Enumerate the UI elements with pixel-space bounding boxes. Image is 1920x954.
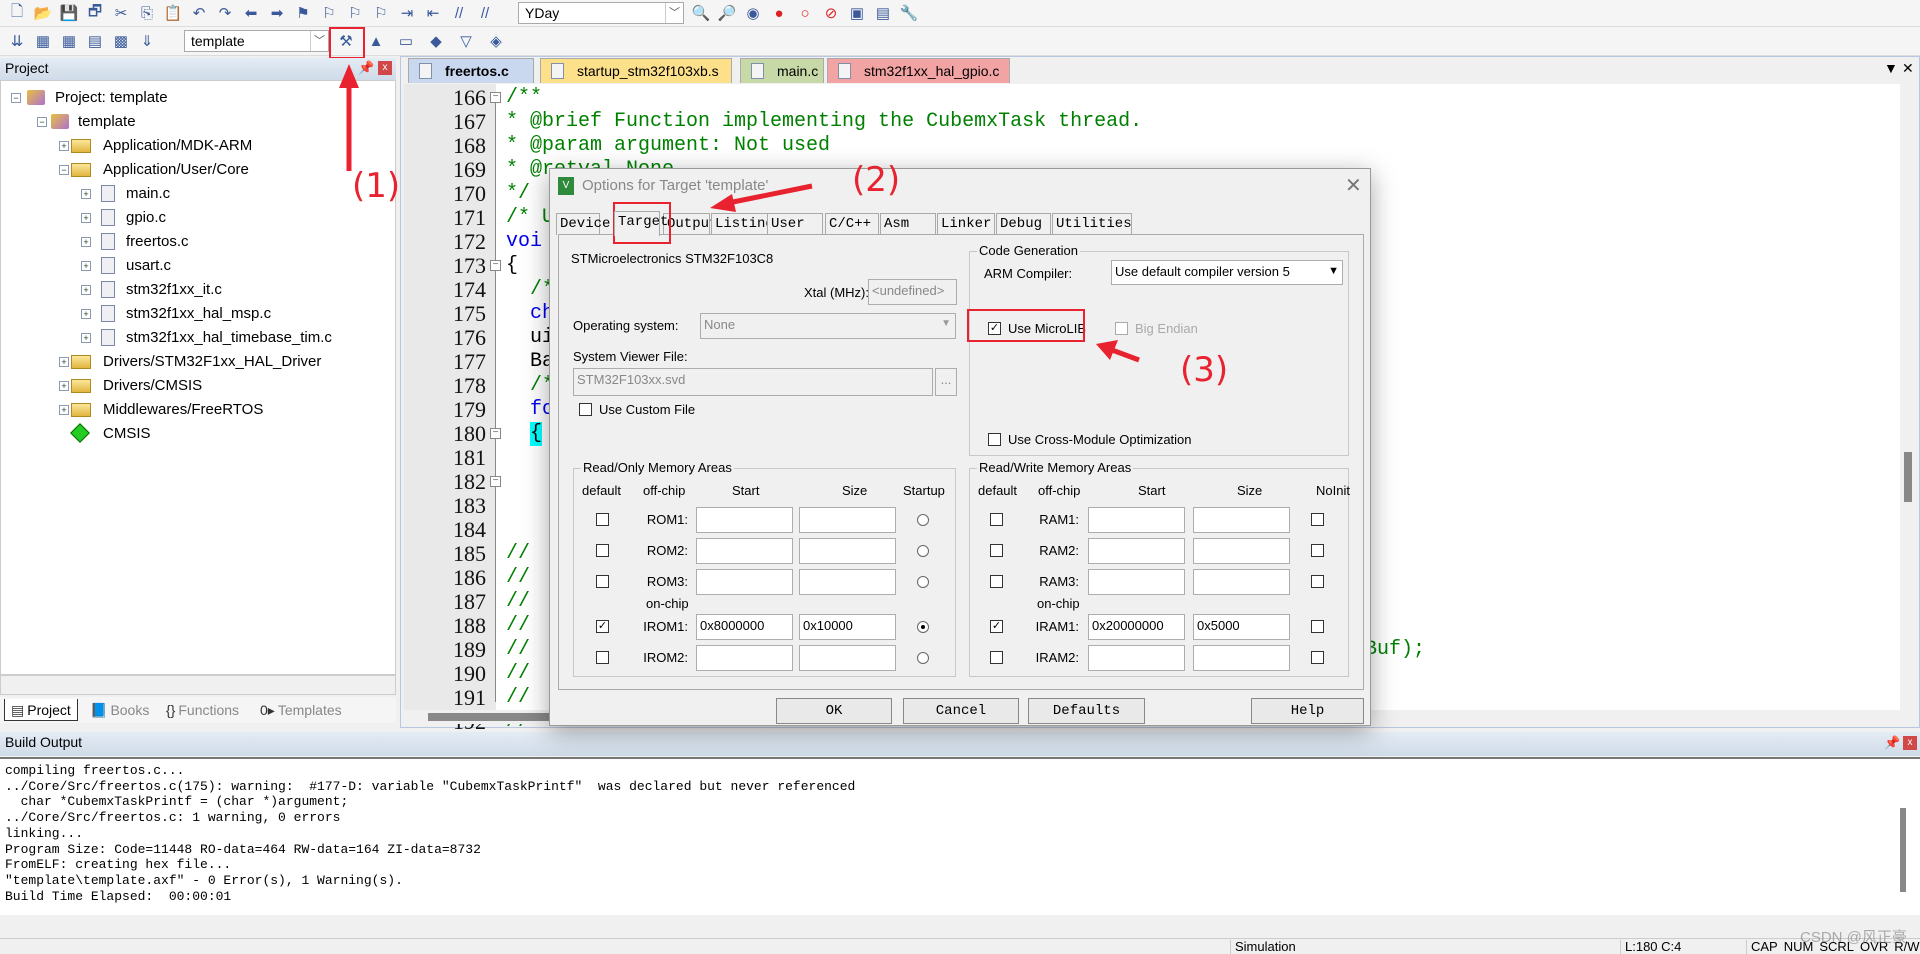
arrow-3 [1111, 347, 1140, 363]
arrow-2 [727, 183, 813, 206]
arrow-1-head [339, 64, 359, 88]
annotation-label-3: (3) [1180, 350, 1229, 390]
dialog-tab-target[interactable]: Target [614, 211, 668, 236]
annotation-label-1: (1) [352, 166, 401, 206]
annotation-label-2: (2) [852, 160, 901, 200]
arrow-2-head [710, 194, 736, 212]
annotation-arrows [339, 64, 1140, 363]
